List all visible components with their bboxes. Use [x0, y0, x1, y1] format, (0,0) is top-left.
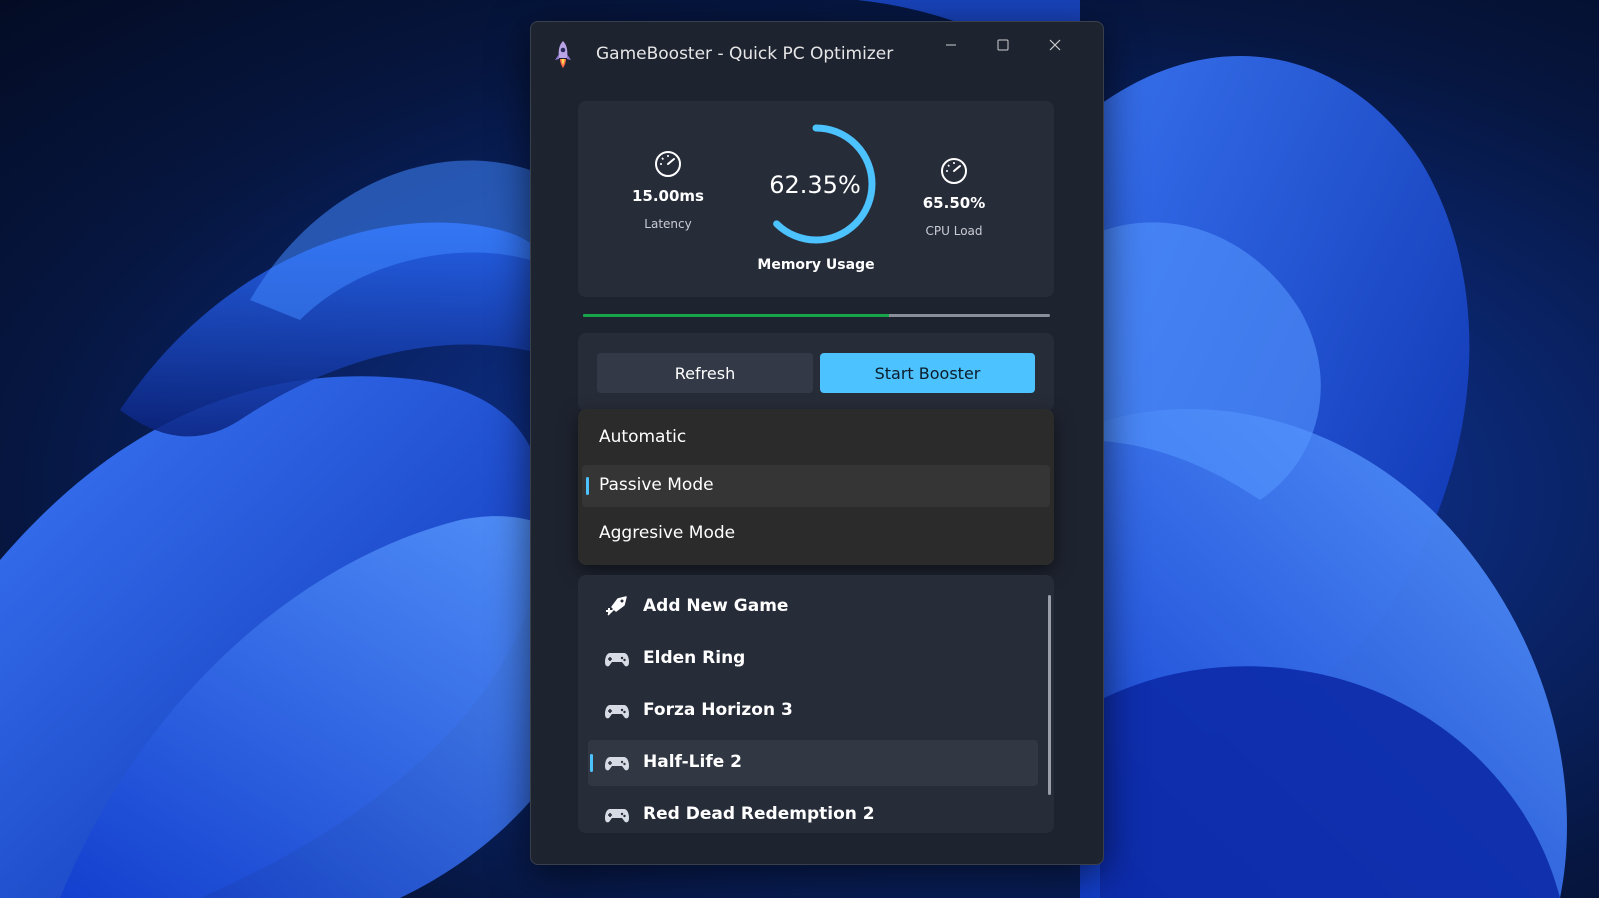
mode-dropdown-menu: Automatic Passive Mode Aggresive Mode: [578, 409, 1054, 565]
game-label: Elden Ring: [643, 648, 746, 668]
game-label: Red Dead Redemption 2: [643, 804, 875, 824]
game-item-elden-ring[interactable]: Elden Ring: [588, 636, 1038, 682]
close-button[interactable]: [1035, 30, 1075, 60]
maximize-button[interactable]: [983, 30, 1023, 60]
latency-label: Latency: [644, 217, 692, 231]
mode-option-label: Automatic: [599, 427, 687, 447]
gamebooster-window: GameBooster - Quick PC Optimizer 15.00ms…: [530, 21, 1104, 865]
selection-indicator: [590, 754, 593, 772]
game-item-forza-horizon-3[interactable]: Forza Horizon 3: [588, 688, 1038, 734]
cpu-stat: 65.50% CPU Load: [889, 156, 1019, 238]
game-label: Half-Life 2: [643, 752, 743, 772]
speedometer-icon: [655, 151, 681, 177]
mode-option-label: Passive Mode: [599, 475, 714, 495]
close-icon: [1049, 39, 1061, 51]
progress-fill: [583, 314, 889, 317]
start-booster-button[interactable]: Start Booster: [820, 353, 1035, 393]
gamepad-icon: [605, 757, 629, 771]
games-list: Add New Game Elden Ring Forza Horizon 3: [578, 575, 1054, 833]
rocket-icon: [555, 41, 571, 68]
boost-progress-bar: [583, 314, 1050, 317]
game-label: Forza Horizon 3: [643, 700, 793, 720]
selection-indicator: [586, 477, 589, 495]
title-bar[interactable]: GameBooster - Quick PC Optimizer: [531, 22, 1103, 86]
game-label: Add New Game: [643, 596, 789, 616]
cpu-load-label: CPU Load: [925, 224, 983, 238]
maximize-icon: [997, 39, 1009, 51]
gamepad-icon: [605, 809, 629, 823]
add-new-game-item[interactable]: Add New Game: [588, 584, 1038, 630]
mode-option-aggressive[interactable]: Aggresive Mode: [582, 513, 1050, 555]
speedometer-icon: [941, 158, 967, 184]
add-game-icon: [606, 596, 627, 616]
latency-stat: 15.00ms Latency: [603, 149, 733, 231]
refresh-button[interactable]: Refresh: [597, 353, 813, 393]
memory-usage-label: Memory Usage: [757, 257, 875, 273]
cpu-load-value: 65.50%: [922, 194, 986, 212]
game-item-half-life-2[interactable]: Half-Life 2: [588, 740, 1038, 786]
gamepad-icon: [605, 653, 629, 667]
minimize-button[interactable]: [931, 30, 971, 60]
window-title: GameBooster - Quick PC Optimizer: [596, 44, 894, 64]
memory-usage-value: 62.35%: [769, 171, 861, 199]
mode-option-passive[interactable]: Passive Mode: [582, 465, 1050, 507]
games-scrollbar[interactable]: [1048, 595, 1051, 795]
gamepad-icon: [605, 705, 629, 719]
mode-option-label: Aggresive Mode: [599, 523, 736, 543]
minimize-icon: [946, 44, 956, 46]
mode-option-automatic[interactable]: Automatic: [582, 417, 1050, 459]
latency-value: 15.00ms: [631, 187, 704, 205]
actions-panel: Refresh Start Booster: [578, 333, 1054, 411]
stats-panel: 15.00ms Latency 62.35% Memory Usage 65.5…: [578, 101, 1054, 297]
game-item-red-dead-redemption-2[interactable]: Red Dead Redemption 2: [588, 792, 1038, 833]
